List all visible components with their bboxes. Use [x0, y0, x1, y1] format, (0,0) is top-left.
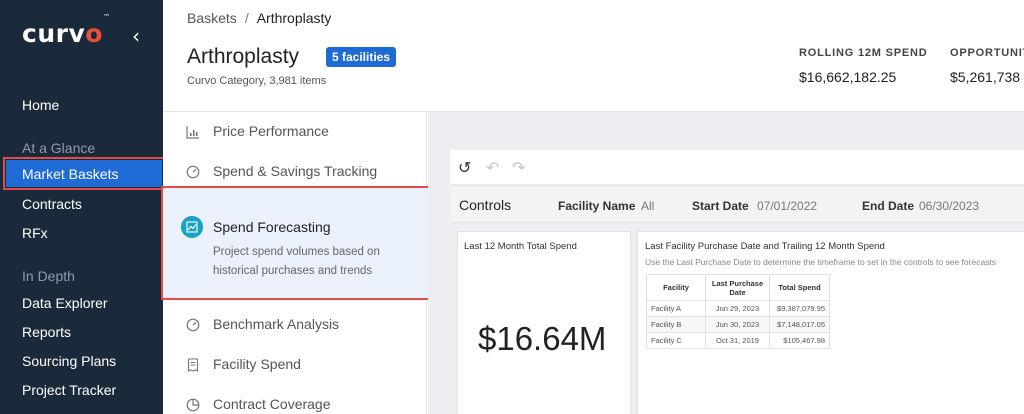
menu-item-spend-savings-tracking[interactable]: Spend & Savings Tracking [163, 157, 427, 187]
sidebar-section-in-depth: In Depth [22, 268, 75, 284]
redo-right-icon[interactable]: ↷ [512, 158, 525, 177]
menu-item-contract-coverage[interactable]: Contract Coverage [163, 390, 427, 414]
cell-facility: Facility B [646, 316, 706, 333]
purchase-date-subtitle: Use the Last Purchase Date to determine … [645, 257, 997, 267]
logo-tm: ™ [102, 12, 111, 21]
column-header-last-purchase-date[interactable]: Last Purchase Date [705, 274, 770, 301]
menu-item-spend-forecasting[interactable]: Spend Forecasting Project spend volumes … [161, 186, 433, 300]
facility-name-label: Facility Name [558, 199, 636, 213]
menu-item-price-performance[interactable]: Price Performance [163, 117, 427, 147]
menu-item-label: Contract Coverage [213, 396, 331, 412]
menu-item-description: Project spend volumes based on historica… [213, 246, 380, 277]
menu-item-label: Facility Spend [213, 356, 301, 372]
facility-name-filter[interactable]: All [641, 199, 654, 213]
sidebar-item-sourcing-plans[interactable]: Sourcing Plans [22, 353, 116, 369]
start-date-filter[interactable]: 07/01/2022 [757, 199, 817, 213]
sidebar-item-market-baskets[interactable]: Market Baskets [3, 157, 165, 190]
receipt-icon [187, 358, 199, 372]
sidebar: curvocurvo™ ‹ Home At a Glance Market Ba… [0, 0, 165, 414]
undo-icon[interactable]: ↺ [458, 158, 471, 177]
end-date-label: End Date [862, 199, 915, 213]
metric-label-opportunity: OPPORTUNIT [950, 47, 1024, 59]
metric-label-rolling-spend: ROLLING 12M SPEND [799, 47, 928, 59]
column-header-facility[interactable]: Facility [646, 274, 706, 301]
facility-spend-table: Facility Last Purchase Date Total Spend … [646, 274, 830, 349]
curvo-logo[interactable]: curvocurvo™ [22, 13, 110, 48]
cell-facility: Facility A [646, 300, 706, 317]
breadcrumb-parent[interactable]: Baskets [187, 10, 237, 26]
gauge-icon [186, 318, 200, 332]
table-row: Facility A Jun 29, 2023 $9,387,079.95 [646, 300, 830, 317]
sidebar-section-at-a-glance: At a Glance [22, 140, 96, 156]
metric-value-opportunity: $5,261,738 [950, 69, 1021, 85]
sidebar-item-data-explorer[interactable]: Data Explorer [22, 295, 108, 311]
dashboard-toolbar: ↺ ↶ ↷ [450, 150, 1024, 184]
end-date-filter[interactable]: 06/30/2023 [919, 199, 979, 213]
controls-bar: Controls Facility Name All Start Date 07… [450, 185, 1024, 223]
total-spend-title: Last 12 Month Total Spend [464, 241, 577, 252]
cell-spend: $9,387,079.95 [769, 300, 830, 317]
page-subtitle: Curvo Category, 3,981 items [187, 75, 327, 87]
table-row: Facility C Oct 31, 2019 $105,467.98 [646, 332, 830, 349]
start-date-label: Start Date [692, 199, 749, 213]
menu-item-facility-spend[interactable]: Facility Spend [163, 350, 427, 380]
breadcrumb-current: Arthroplasty [256, 10, 332, 26]
sidebar-item-label: Market Baskets [22, 166, 119, 182]
dashboard-content: ↺ ↶ ↷ Controls Facility Name All Start D… [428, 112, 1024, 414]
sidebar-item-contracts[interactable]: Contracts [22, 196, 82, 212]
cell-date: Jun 30, 2023 [705, 316, 770, 333]
sidebar-item-home[interactable]: Home [22, 97, 59, 113]
trend-chart-icon [181, 216, 203, 238]
purchase-date-title: Last Facility Purchase Date and Trailing… [645, 241, 885, 252]
purchase-date-card: Last Facility Purchase Date and Trailing… [637, 231, 1024, 414]
pie-chart-icon [186, 398, 200, 412]
table-header-row: Facility Last Purchase Date Total Spend [646, 274, 830, 301]
menu-item-label: Spend Forecasting [213, 219, 331, 235]
menu-item-label: Price Performance [213, 123, 329, 139]
menu-item-label: Benchmark Analysis [213, 316, 340, 332]
controls-title: Controls [459, 197, 512, 213]
analysis-menu: Price Performance Spend & Savings Tracki… [161, 112, 433, 414]
cell-spend: $105,467.98 [769, 332, 830, 349]
breadcrumb-separator: / [244, 10, 249, 26]
cell-date: Jun 29, 2023 [705, 300, 770, 317]
metric-value-rolling-spend: $16,662,182.25 [799, 69, 897, 85]
page-title: Arthroplasty [187, 45, 300, 68]
menu-item-label: Spend & Savings Tracking [213, 163, 378, 179]
column-header-total-spend[interactable]: Total Spend [769, 274, 830, 301]
gauge-icon [186, 165, 200, 179]
redo-left-icon[interactable]: ↶ [486, 158, 499, 177]
total-spend-card: Last 12 Month Total Spend $16.64M [457, 231, 631, 414]
cell-facility: Facility C [646, 332, 706, 349]
cell-date: Oct 31, 2019 [705, 332, 770, 349]
table-row: Facility B Jun 30, 2023 $7,148,017.05 [646, 316, 830, 333]
chevron-left-icon[interactable]: ‹ [132, 24, 140, 48]
sidebar-item-rfx[interactable]: RFx [22, 225, 48, 241]
sidebar-item-reports[interactable]: Reports [22, 324, 71, 340]
menu-item-benchmark-analysis[interactable]: Benchmark Analysis [163, 310, 427, 340]
total-spend-value: $16.64M [478, 320, 607, 357]
facilities-badge[interactable]: 5 facilities [326, 47, 397, 67]
cell-spend: $7,148,017.05 [769, 316, 830, 333]
breadcrumb: Baskets / Arthroplasty [187, 10, 331, 26]
sidebar-item-project-tracker[interactable]: Project Tracker [22, 382, 116, 398]
bar-chart-icon [186, 126, 199, 139]
